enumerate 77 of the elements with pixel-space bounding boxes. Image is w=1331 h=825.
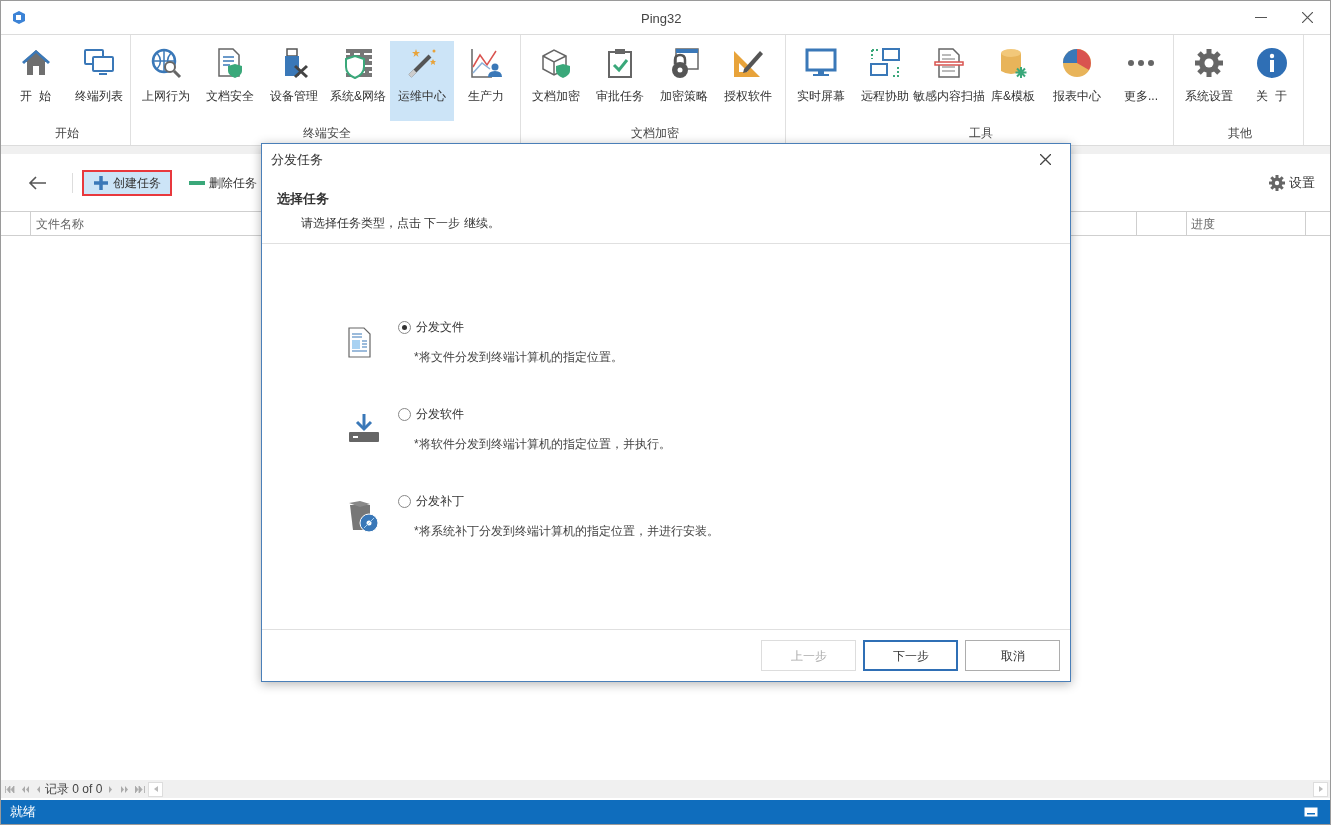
ribbon-button[interactable]: 文档加密 bbox=[524, 41, 588, 121]
ribbon-button[interactable]: 授权软件 bbox=[716, 41, 780, 121]
radio-button[interactable] bbox=[398, 407, 411, 421]
ribbon-button[interactable]: 上网行为 bbox=[134, 41, 198, 121]
plus-icon bbox=[93, 174, 109, 191]
option-label[interactable]: 分发文件 bbox=[416, 318, 464, 336]
option-label[interactable]: 分发软件 bbox=[416, 405, 464, 423]
ribbon-button[interactable]: 文档安全 bbox=[198, 41, 262, 121]
pager-next-page-icon[interactable] bbox=[121, 785, 131, 793]
option-description: *将系统补丁分发到终端计算机的指定位置，并进行安装。 bbox=[414, 523, 719, 540]
scroll-right-button[interactable] bbox=[1313, 781, 1328, 797]
ribbon-group-label: 其他 bbox=[1228, 125, 1252, 142]
scroll-left-icon bbox=[153, 786, 158, 792]
box-disc-icon bbox=[348, 500, 380, 532]
download-tray-icon bbox=[348, 413, 380, 445]
keyboard-icon bbox=[1304, 807, 1318, 817]
pager-next-icon[interactable] bbox=[109, 785, 114, 793]
step-heading: 选择任务 bbox=[277, 190, 330, 208]
column-header: 进度 bbox=[1191, 215, 1215, 233]
ribbon-group-label: 文档加密 bbox=[630, 125, 679, 142]
delete-task-button[interactable]: 删除任务 bbox=[178, 169, 268, 196]
minimize-icon[interactable] bbox=[1255, 17, 1267, 19]
step-instruction: 请选择任务类型，点击 下一步 继续。 bbox=[301, 214, 501, 232]
radio-button[interactable] bbox=[398, 494, 411, 508]
pager-prev-icon[interactable] bbox=[36, 785, 40, 793]
ribbon-group-label: 开始 bbox=[55, 125, 79, 142]
globe-search-icon bbox=[150, 47, 182, 79]
ribbon-button[interactable]: 更多... bbox=[1109, 41, 1173, 121]
dialog-button[interactable]: 下一步 bbox=[863, 640, 958, 671]
dialog-button[interactable]: 取消 bbox=[965, 640, 1060, 671]
status-text: 就绪 bbox=[10, 803, 36, 822]
gear-icon bbox=[1192, 47, 1225, 79]
cube-shield-icon bbox=[540, 47, 572, 79]
ribbon-button[interactable]: 系统&网络 bbox=[326, 41, 390, 121]
ribbon-group-label: 工具 bbox=[969, 125, 993, 142]
ribbon-button[interactable]: 加密策略 bbox=[652, 41, 716, 121]
ribbon-button[interactable]: 设备管理 bbox=[262, 41, 326, 121]
ribbon-button[interactable]: 生产力 bbox=[454, 41, 518, 121]
close-icon[interactable] bbox=[1040, 154, 1051, 165]
firewall-shield-icon bbox=[342, 47, 374, 79]
remote-computers-icon bbox=[869, 47, 901, 79]
ribbon-group-label: 终端安全 bbox=[303, 125, 351, 142]
app-logo-icon bbox=[13, 11, 25, 24]
create-task-button[interactable]: 创建任务 bbox=[82, 169, 172, 196]
radio-button[interactable] bbox=[398, 320, 411, 334]
scroll-left-button[interactable] bbox=[148, 781, 164, 797]
monitor-icon bbox=[805, 47, 837, 79]
ribbon-button[interactable]: 运维中心 bbox=[390, 41, 454, 121]
magic-wand-icon bbox=[406, 47, 438, 79]
ribbon-button[interactable]: 关 于 bbox=[1240, 41, 1303, 121]
settings-icon[interactable] bbox=[1269, 174, 1285, 191]
back-arrow-icon[interactable] bbox=[28, 175, 46, 190]
record-count: 记录 0 of 0 bbox=[45, 781, 103, 798]
ribbon-button[interactable]: 审批任务 bbox=[588, 41, 652, 121]
document-scan-icon bbox=[933, 47, 965, 79]
option-description: *将文件分发到终端计算机的指定位置。 bbox=[414, 349, 623, 366]
more-dots-icon bbox=[1128, 60, 1154, 66]
ribbon-button[interactable]: 系统设置 bbox=[1177, 41, 1240, 121]
dialog-title: 分发任务 bbox=[271, 150, 323, 169]
chart-person-icon bbox=[470, 47, 502, 79]
settings-button[interactable]: 设置 bbox=[1289, 172, 1315, 193]
info-icon bbox=[1255, 47, 1288, 79]
option-label[interactable]: 分发补丁 bbox=[416, 492, 464, 510]
pager-last-icon[interactable] bbox=[135, 785, 146, 793]
option-description: *将软件分发到终端计算机的指定位置，并执行。 bbox=[414, 436, 671, 453]
column-header: 文件名称 bbox=[36, 215, 84, 233]
scroll-right-icon bbox=[1318, 786, 1323, 792]
ribbon-button[interactable]: 报表中心 bbox=[1045, 41, 1109, 121]
minus-icon bbox=[189, 180, 205, 185]
pager-first-icon[interactable] bbox=[5, 785, 15, 793]
ribbon-button[interactable]: 开 始 bbox=[4, 41, 67, 121]
close-icon[interactable] bbox=[1302, 12, 1313, 23]
pie-chart-icon bbox=[1061, 47, 1093, 79]
pager-prev-page-icon[interactable] bbox=[21, 785, 30, 793]
window-title: Ping32 bbox=[641, 10, 682, 28]
ribbon-button[interactable]: 终端列表 bbox=[67, 41, 130, 121]
ribbon-button[interactable]: 实时屏幕 bbox=[789, 41, 853, 121]
